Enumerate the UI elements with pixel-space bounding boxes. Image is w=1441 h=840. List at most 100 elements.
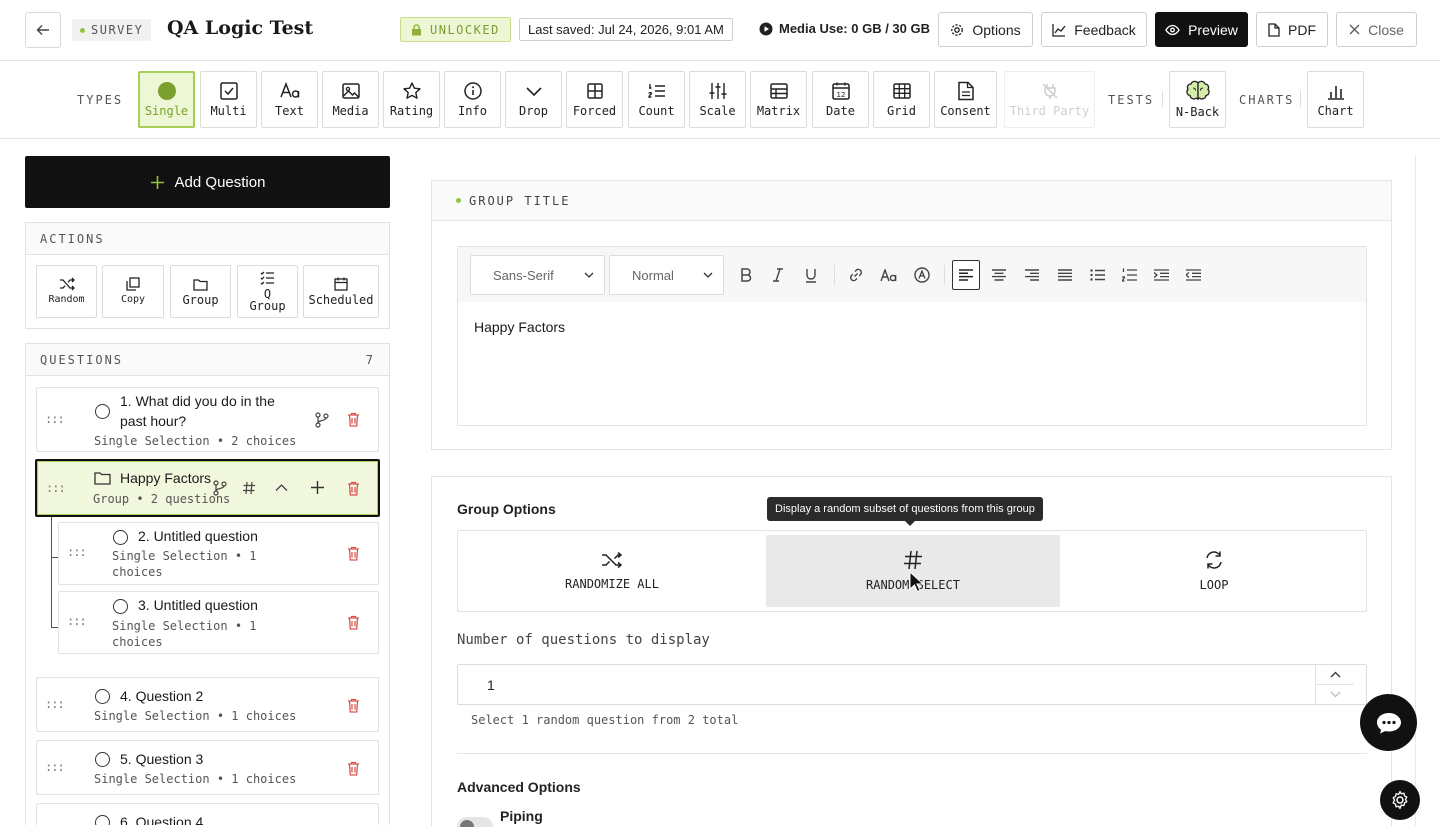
type-third-party-button[interactable]: Third Party: [1004, 71, 1095, 128]
feedback-button[interactable]: Feedback: [1041, 12, 1147, 47]
type-consent-button[interactable]: Consent: [934, 71, 997, 128]
questions-label: QUESTIONS: [40, 352, 124, 367]
loop-option[interactable]: LOOP: [1064, 535, 1364, 607]
question-item[interactable]: ::: 1. What did you do in the past hour?…: [36, 387, 379, 452]
action-q-group-button[interactable]: Q Group: [237, 265, 298, 318]
nested-question-item[interactable]: ::: 3. Untitled question Single Selectio…: [58, 591, 379, 654]
question-item[interactable]: 6. Question 4: [36, 803, 379, 825]
back-button[interactable]: [25, 12, 61, 48]
survey-title: QA Logic Test: [167, 17, 314, 39]
type-single-button[interactable]: Single: [138, 71, 195, 128]
drag-handle-icon[interactable]: :::: [67, 614, 87, 628]
trash-icon[interactable]: [347, 412, 360, 427]
trash-icon[interactable]: [347, 615, 360, 630]
ordered-list-icon: [1121, 268, 1137, 282]
drag-handle-icon[interactable]: :::: [45, 412, 65, 426]
type-info-button[interactable]: Info: [444, 71, 501, 128]
type-matrix-button[interactable]: Matrix: [750, 71, 807, 128]
randomize-all-option[interactable]: RANDOMIZE ALL: [462, 535, 762, 607]
font-size-select[interactable]: Normal: [609, 255, 724, 295]
question-group-item[interactable]: ::: Happy Factors Group • 2 questions: [35, 459, 380, 517]
align-justify-button[interactable]: [1051, 260, 1079, 290]
type-grid-button[interactable]: Grid: [873, 71, 930, 128]
shuffle-icon: [602, 551, 623, 569]
chart-button[interactable]: Chart: [1307, 71, 1364, 128]
question-item[interactable]: ::: 5. Question 3 Single Selection • 1 c…: [36, 740, 379, 795]
add-question-button[interactable]: Add Question: [25, 156, 390, 208]
decrement-button[interactable]: [1316, 685, 1354, 704]
question-subtitle: Single Selection • 2 choices: [94, 434, 297, 448]
type-single-label: Single: [144, 104, 189, 118]
trash-icon[interactable]: [347, 761, 360, 776]
drag-handle-icon[interactable]: :::: [46, 481, 66, 495]
image-icon: [341, 83, 360, 99]
trash-icon[interactable]: [347, 698, 360, 713]
trash-icon[interactable]: [347, 481, 360, 496]
type-date-button[interactable]: 12 Date: [812, 71, 869, 128]
drag-handle-icon[interactable]: :::: [67, 545, 87, 559]
text-color-button[interactable]: [908, 260, 936, 290]
type-media-button[interactable]: Media: [322, 71, 379, 128]
question-count-input[interactable]: 1: [457, 664, 1367, 705]
link-button[interactable]: [842, 260, 870, 290]
preview-button[interactable]: Preview: [1155, 12, 1248, 47]
info-icon: [463, 82, 482, 100]
type-text-button[interactable]: Text: [261, 71, 318, 128]
underline-icon: [806, 268, 816, 283]
action-random-button[interactable]: Random: [36, 265, 97, 318]
action-scheduled-button[interactable]: Scheduled: [303, 265, 379, 318]
document-icon: [957, 81, 974, 101]
trash-icon[interactable]: [347, 546, 360, 561]
chevron-up-icon[interactable]: [275, 483, 288, 492]
align-right-button[interactable]: [1018, 260, 1046, 290]
type-count-button[interactable]: Count: [628, 71, 685, 128]
piping-toggle[interactable]: [457, 817, 493, 827]
type-multi-button[interactable]: Multi: [200, 71, 257, 128]
nested-question-item[interactable]: ::: 2. Untitled question Single Selectio…: [58, 522, 379, 585]
font-case-button[interactable]: [875, 260, 903, 290]
test-n-back-button[interactable]: N-Back: [1169, 71, 1226, 128]
font-case-icon: [880, 268, 897, 281]
branch-icon[interactable]: [315, 412, 329, 428]
underline-button[interactable]: [797, 260, 825, 290]
group-title-label: GROUP TITLE: [469, 193, 571, 208]
plus-icon[interactable]: [311, 481, 324, 494]
bold-button[interactable]: [732, 260, 760, 290]
chart-line-icon: [1052, 23, 1066, 37]
drag-handle-icon[interactable]: :::: [45, 697, 65, 711]
randomize-all-label: RANDOMIZE ALL: [565, 577, 659, 591]
type-drop-button[interactable]: Drop: [505, 71, 562, 128]
align-left-button[interactable]: [952, 260, 980, 290]
ordered-list-button[interactable]: [1115, 260, 1143, 290]
type-rating-button[interactable]: Rating: [383, 71, 440, 128]
branch-icon[interactable]: [213, 480, 227, 496]
action-group-button[interactable]: Group: [170, 265, 231, 318]
indent-icon: [1153, 269, 1169, 281]
action-copy-button[interactable]: Copy: [102, 265, 164, 318]
font-family-select[interactable]: Sans-Serif: [470, 255, 605, 295]
status-dot: [456, 198, 461, 203]
pdf-button[interactable]: PDF: [1256, 12, 1328, 47]
hash-icon[interactable]: [242, 481, 256, 495]
drag-handle-icon[interactable]: :::: [45, 760, 65, 774]
options-button[interactable]: Options: [938, 12, 1033, 47]
chat-button[interactable]: [1360, 694, 1417, 751]
type-forced-button[interactable]: Forced: [566, 71, 623, 128]
close-button[interactable]: Close: [1336, 12, 1417, 47]
bullet-list-button[interactable]: [1083, 260, 1111, 290]
outdent-button[interactable]: [1179, 260, 1207, 290]
indent-button[interactable]: [1147, 260, 1175, 290]
media-use-indicator: Media Use: 0 GB / 30 GB: [759, 21, 930, 36]
numbered-list-icon: [647, 84, 665, 98]
refresh-icon: [1206, 551, 1222, 569]
italic-button[interactable]: [764, 260, 792, 290]
question-item[interactable]: ::: 4. Question 2 Single Selection • 1 c…: [36, 677, 379, 732]
align-center-button[interactable]: [985, 260, 1013, 290]
type-text-label: Text: [275, 104, 304, 118]
type-multi-label: Multi: [210, 104, 247, 118]
lock-status-button[interactable]: UNLOCKED: [400, 17, 511, 42]
editor-content[interactable]: Happy Factors: [474, 319, 565, 335]
increment-button[interactable]: [1316, 665, 1354, 685]
type-scale-button[interactable]: Scale: [689, 71, 746, 128]
accessibility-settings-button[interactable]: [1380, 780, 1420, 820]
